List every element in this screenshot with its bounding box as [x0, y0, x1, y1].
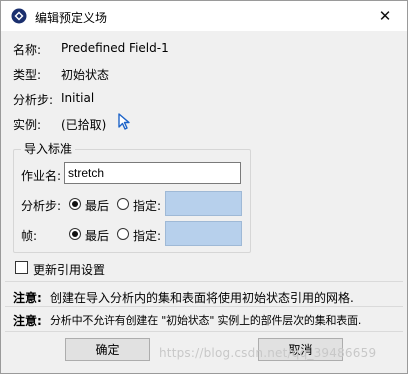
note-2-text: 分析中不允许有创建在 "初始状态" 实例上的部件层次的集和表面.: [50, 314, 362, 327]
frame-specify-label: 指定:: [133, 229, 162, 243]
note-1-text: 创建在导入分析内的集和表面将使用初始状态引用的网格.: [50, 291, 354, 305]
step-last-label: 最后: [85, 199, 110, 213]
frame-specify-input[interactable]: [165, 221, 242, 246]
step-label: 分析步:: [13, 93, 54, 107]
ok-button[interactable]: 确定: [65, 338, 150, 361]
type-value: 初始状态: [61, 68, 110, 82]
import-step-label: 分析步:: [21, 199, 62, 213]
pick-cursor-icon[interactable]: [118, 113, 132, 131]
job-name-label: 作业名:: [21, 169, 62, 183]
note-2-label: 注意:: [13, 314, 42, 328]
update-references-label: 更新引用设置: [33, 263, 106, 277]
type-label: 类型:: [13, 68, 42, 82]
note-1-label: 注意:: [13, 291, 42, 305]
close-icon: ✕: [378, 7, 392, 25]
step-last-radio[interactable]: [69, 198, 81, 210]
separator: [5, 331, 403, 332]
abaqus-app-icon: [11, 8, 27, 24]
import-criteria-title: 导入标准: [21, 140, 76, 157]
step-specify-radio[interactable]: [117, 198, 129, 210]
step-specify-label: 指定:: [133, 199, 162, 213]
frame-last-label: 最后: [85, 229, 110, 243]
instance-value: (已拾取): [61, 118, 107, 132]
job-name-input[interactable]: [64, 162, 241, 184]
separator: [5, 306, 403, 307]
window-title: 编辑预定义场: [35, 11, 108, 25]
watermark-text: https://blog.csdn.net/qq_39486659: [159, 346, 377, 360]
step-value: Initial: [61, 91, 95, 105]
close-button[interactable]: ✕: [363, 1, 407, 31]
name-label: 名称:: [13, 43, 42, 57]
frame-last-radio[interactable]: [69, 228, 81, 240]
frame-specify-radio[interactable]: [117, 228, 129, 240]
name-value: Predefined Field-1: [61, 41, 169, 55]
update-references-checkbox[interactable]: [15, 261, 28, 274]
separator: [5, 281, 403, 282]
instance-label: 实例:: [13, 118, 42, 132]
frame-label: 帧:: [21, 229, 38, 243]
step-specify-input[interactable]: [165, 191, 242, 216]
edit-predefined-field-dialog: 编辑预定义场 ✕ 名称: Predefined Field-1 类型: 初始状态…: [0, 0, 408, 374]
title-bar: 编辑预定义场 ✕: [1, 1, 407, 31]
